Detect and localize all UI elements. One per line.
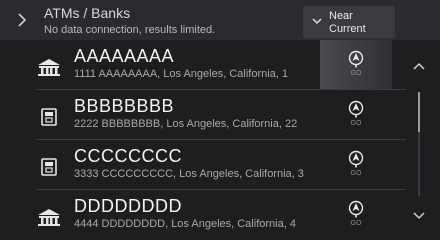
- result-name: AAAAAAAA: [74, 46, 175, 66]
- result-address: 1111 AAAAAAAA, Los Angeles, California, …: [74, 68, 289, 80]
- list-item[interactable]: BBBBBBBB 2222 BBBBBBBB, Los Angeles, Cal…: [0, 90, 406, 140]
- list-item[interactable]: DDDDDDDD 4444 DDDDDDDD, Los Angeles, Cal…: [0, 190, 406, 240]
- chevron-down-icon: [413, 212, 425, 220]
- back-button[interactable]: [10, 8, 34, 32]
- result-name: DDDDDDDD: [74, 196, 182, 216]
- navigate-icon: [348, 50, 364, 68]
- scrollbar-thumb[interactable]: [418, 92, 420, 132]
- screen: ATMs / Banks No data connection, results…: [0, 0, 440, 240]
- atm-icon: [36, 156, 62, 178]
- sort-label-line2: Current: [329, 23, 366, 35]
- go-button[interactable]: GO: [320, 190, 392, 240]
- chevron-up-icon: [413, 62, 425, 70]
- page-title: ATMs / Banks: [44, 5, 131, 21]
- sort-label: Near Current: [329, 10, 366, 36]
- navigate-icon: [348, 200, 364, 218]
- chevron-down-icon: [312, 18, 322, 25]
- connection-status: No data connection, results limited.: [44, 24, 216, 36]
- list-item[interactable]: CCCCCCCC 3333 CCCCCCCCC, Los Angeles, Ca…: [0, 140, 406, 190]
- result-address: 3333 CCCCCCCCC, Los Angeles, California,…: [74, 168, 304, 180]
- go-label: GO: [350, 220, 362, 227]
- sort-near-current-button[interactable]: Near Current: [303, 6, 395, 38]
- result-address: 2222 BBBBBBBB, Los Angeles, California, …: [74, 118, 298, 130]
- chevron-right-icon: [18, 13, 27, 27]
- go-button[interactable]: GO: [320, 90, 392, 140]
- result-name: BBBBBBBB: [74, 96, 175, 116]
- navigate-icon: [348, 150, 364, 168]
- scroll-down-button[interactable]: [410, 208, 428, 222]
- sort-label-line1: Near: [329, 10, 353, 22]
- go-label: GO: [350, 120, 362, 127]
- result-name: CCCCCCCC: [74, 146, 182, 166]
- results-list: AAAAAAAA 1111 AAAAAAAA, Los Angeles, Cal…: [0, 40, 406, 240]
- go-label: GO: [350, 170, 362, 177]
- navigate-icon: [348, 100, 364, 118]
- go-button[interactable]: GO: [320, 140, 392, 190]
- go-button[interactable]: GO: [320, 40, 392, 90]
- scroll-up-button[interactable]: [410, 60, 428, 74]
- result-address: 4444 DDDDDDDD, Los Angeles, California, …: [74, 218, 296, 230]
- atm-icon: [36, 106, 62, 128]
- go-label: GO: [350, 70, 362, 77]
- header-bar: ATMs / Banks No data connection, results…: [0, 0, 440, 40]
- bank-icon: [36, 206, 62, 228]
- bank-icon: [36, 56, 62, 78]
- list-item[interactable]: AAAAAAAA 1111 AAAAAAAA, Los Angeles, Cal…: [0, 40, 406, 90]
